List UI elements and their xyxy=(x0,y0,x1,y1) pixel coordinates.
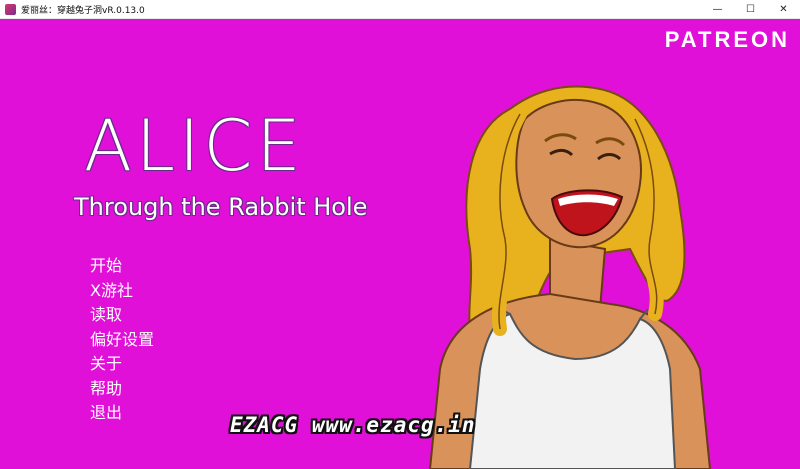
patreon-logo[interactable]: PATREON xyxy=(665,27,790,53)
title-bar: 爱丽丝：穿越兔子洞vR.0.13.0 — ☐ ✕ xyxy=(0,0,800,19)
menu-load[interactable]: 读取 xyxy=(90,303,154,328)
window-title: 爱丽丝：穿越兔子洞vR.0.13.0 xyxy=(21,5,145,16)
close-icon: ✕ xyxy=(779,3,788,15)
game-window: 爱丽丝：穿越兔子洞vR.0.13.0 — ☐ ✕ PATREON ALICE T… xyxy=(0,0,800,469)
minimize-button[interactable]: — xyxy=(701,0,734,18)
menu-help[interactable]: 帮助 xyxy=(90,377,154,402)
watermark-text: EZACG www.ezacg.in xyxy=(230,413,476,437)
maximize-button[interactable]: ☐ xyxy=(734,0,767,18)
menu-quit[interactable]: 退出 xyxy=(90,401,154,426)
main-menu: 开始 X游社 读取 偏好设置 关于 帮助 退出 xyxy=(90,254,154,426)
maximize-icon: ☐ xyxy=(746,3,755,15)
menu-about[interactable]: 关于 xyxy=(90,352,154,377)
close-button[interactable]: ✕ xyxy=(767,0,800,18)
game-title: ALICE xyxy=(84,105,305,187)
character-art xyxy=(428,85,712,469)
window-controls: — ☐ ✕ xyxy=(701,0,800,18)
menu-start[interactable]: 开始 xyxy=(90,254,154,279)
menu-x-club[interactable]: X游社 xyxy=(90,279,154,304)
app-icon xyxy=(5,3,16,15)
menu-preferences[interactable]: 偏好设置 xyxy=(90,328,154,353)
game-subtitle: Through the Rabbit Hole xyxy=(74,193,368,221)
minimize-icon: — xyxy=(712,3,723,15)
alice-character-illustration xyxy=(400,69,720,469)
game-canvas: PATREON ALICE Through the Rabbit Hole 开始… xyxy=(0,19,800,469)
